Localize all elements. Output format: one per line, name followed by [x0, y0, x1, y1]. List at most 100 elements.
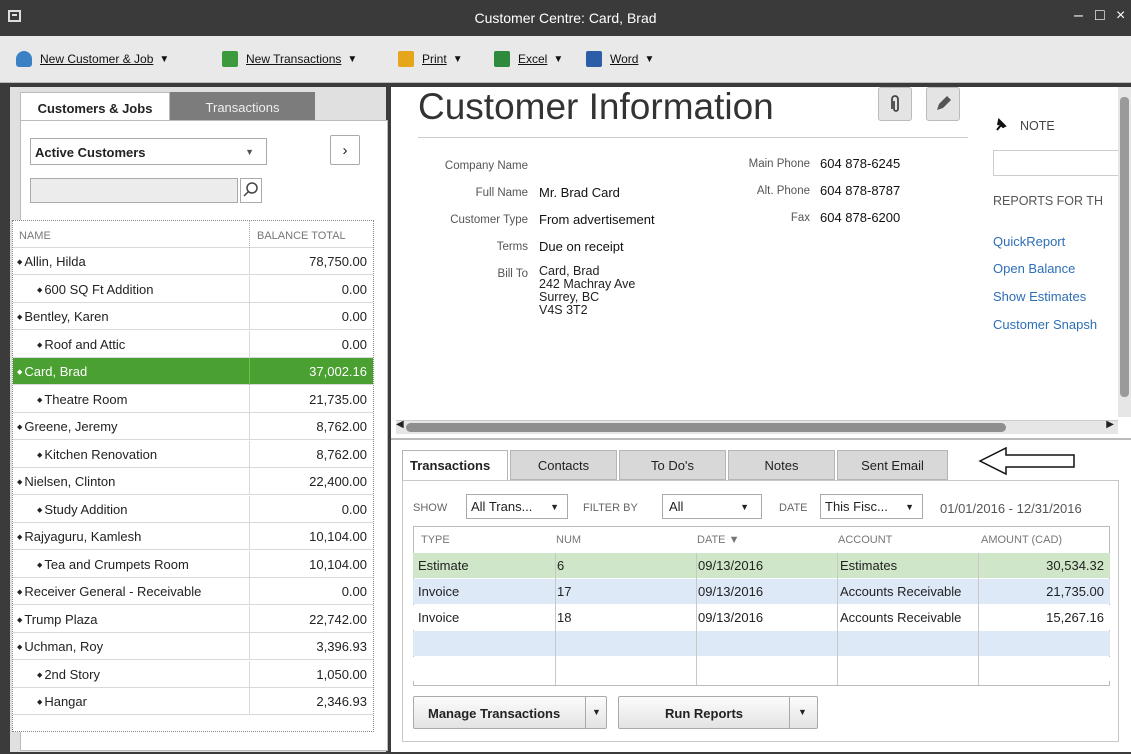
pencil-icon: [937, 96, 951, 110]
row-name: ◆ Study Addition: [37, 502, 127, 517]
scroll-right-icon[interactable]: ▶: [1106, 419, 1114, 430]
job-row[interactable]: ◆ Hangar 2,346.93: [13, 688, 373, 715]
tab-notes[interactable]: Notes: [728, 450, 835, 480]
row-name: ◆ Kitchen Renovation: [37, 447, 157, 462]
fax-label: Fax: [790, 212, 810, 224]
search-button[interactable]: [240, 178, 262, 203]
customer-row[interactable]: ◆ Trump Plaza 22,742.00: [13, 605, 373, 633]
col-amount-header[interactable]: AMOUNT (CAD): [981, 534, 1062, 546]
quickreport-link[interactable]: QuickReport: [993, 234, 1065, 249]
job-row[interactable]: ◆ Kitchen Renovation 8,762.00: [13, 440, 373, 468]
row-balance: 21,735.00: [309, 391, 367, 407]
pane-splitter[interactable]: [391, 438, 1131, 440]
scroll-left-icon[interactable]: ◀: [396, 419, 404, 430]
table-row[interactable]: Estimate 6 09/13/2016 Estimates 30,534.3…: [413, 553, 1110, 578]
customer-row[interactable]: ◆ Receiver General - Receivable 0.00: [13, 578, 373, 605]
search-icon: [243, 182, 258, 197]
col-type-header[interactable]: TYPE: [421, 534, 450, 546]
tab-customers-jobs[interactable]: Customers & Jobs: [20, 92, 170, 120]
chevron-down-icon: ▼: [740, 502, 749, 512]
edit-button[interactable]: [926, 87, 960, 121]
customer-row[interactable]: ◆ Allin, Hilda 78,750.00: [13, 248, 373, 275]
terms-value: Due on receipt: [539, 239, 624, 254]
row-name-text: Rajyaguru, Kamlesh: [24, 529, 142, 544]
run-reports-button[interactable]: Run Reports ▼: [618, 696, 818, 729]
bill-to-address: Card, Brad 242 Machray Ave Surrey, BC V4…: [539, 264, 636, 317]
show-estimates-link[interactable]: Show Estimates: [993, 289, 1086, 304]
customer-row[interactable]: ◆ Card, Brad 37,002.16: [13, 358, 373, 385]
print-button[interactable]: Print ▼: [398, 51, 463, 67]
row-name: ◆ Greene, Jeremy: [17, 419, 118, 434]
main-phone-label: Main Phone: [748, 158, 810, 170]
tab-transactions[interactable]: Transactions: [402, 450, 508, 480]
col-num-header[interactable]: NUM: [556, 534, 581, 546]
minimize-button[interactable]: –: [1074, 7, 1083, 25]
row-name-text: Trump Plaza: [24, 611, 98, 627]
col-date-header[interactable]: DATE ▼: [697, 534, 739, 546]
grid-header: NAME BALANCE TOTAL: [13, 221, 373, 248]
row-name: ◆ Tea and Crumpets Room: [37, 557, 189, 572]
page-title: Customer Information: [418, 86, 774, 127]
new-transactions-button[interactable]: New Transactions ▼: [222, 51, 357, 67]
tab-contacts[interactable]: Contacts: [510, 450, 617, 480]
table-row[interactable]: Invoice 18 09/13/2016 Accounts Receivabl…: [413, 605, 1110, 630]
open-balance-link[interactable]: Open Balance: [993, 261, 1075, 276]
new-customer-icon: [16, 51, 32, 67]
word-button[interactable]: Word ▼: [586, 51, 654, 67]
tab-sent-email[interactable]: Sent Email: [837, 450, 948, 480]
row-balance: 0.00: [341, 584, 367, 599]
row-name-text: Uchman, Roy: [24, 639, 104, 654]
job-row[interactable]: ◆ Tea and Crumpets Room 10,104.00: [13, 550, 373, 578]
paperclip-icon: [891, 95, 899, 112]
close-button[interactable]: ×: [1116, 7, 1125, 25]
date-select[interactable]: This Fisc... ▼: [820, 494, 923, 519]
customer-snapshot-link[interactable]: Customer Snapsh: [993, 317, 1097, 332]
row-name-text: Bentley, Karen: [24, 309, 109, 324]
vertical-scroll-thumb[interactable]: [1120, 97, 1129, 397]
table-row[interactable]: Invoice 17 09/13/2016 Accounts Receivabl…: [413, 579, 1110, 604]
chevron-down-icon[interactable]: ▼: [592, 707, 601, 717]
row-name: ◆ Allin, Hilda: [17, 254, 86, 269]
col-account-header[interactable]: ACCOUNT: [838, 534, 892, 546]
horizontal-scroll-thumb[interactable]: [406, 423, 1006, 432]
job-row[interactable]: ◆ Study Addition 0.00: [13, 495, 373, 523]
manage-transactions-button[interactable]: Manage Transactions ▼: [413, 696, 607, 729]
customer-search-input[interactable]: [30, 178, 238, 203]
customer-row[interactable]: ◆ Nielsen, Clinton 22,400.00: [13, 468, 373, 495]
filter-select[interactable]: All ▼: [662, 494, 762, 519]
show-select[interactable]: All Trans... ▼: [466, 494, 568, 519]
job-row[interactable]: ◆ 600 SQ Ft Addition 0.00: [13, 275, 373, 303]
row-name: ◆ Hangar: [37, 694, 87, 709]
row-balance: 1,050.00: [316, 666, 367, 682]
customer-row[interactable]: ◆ Bentley, Karen 0.00: [13, 303, 373, 330]
job-row[interactable]: ◆ Theatre Room 21,735.00: [13, 385, 373, 413]
excel-icon: [494, 51, 510, 67]
chevron-down-icon: ▼: [550, 502, 559, 512]
date-range: 01/01/2016 - 12/31/2016: [940, 501, 1082, 516]
col-balance-header[interactable]: BALANCE TOTAL: [257, 230, 346, 242]
tab-todos[interactable]: To Do's: [619, 450, 726, 480]
customer-row[interactable]: ◆ Uchman, Roy 3,396.93: [13, 633, 373, 660]
customer-filter-select[interactable]: Active Customers ▼: [30, 138, 267, 165]
customer-row[interactable]: ◆ Greene, Jeremy 8,762.00: [13, 413, 373, 440]
note-field[interactable]: [993, 150, 1120, 176]
excel-button[interactable]: Excel ▼: [494, 51, 563, 67]
attach-button[interactable]: [878, 87, 912, 121]
chevron-down-icon[interactable]: ▼: [798, 707, 807, 717]
row-name: ◆ Bentley, Karen: [17, 309, 109, 324]
job-row[interactable]: ◆ 2nd Story 1,050.00: [13, 660, 373, 688]
expand-panel-button[interactable]: ›: [330, 135, 360, 165]
row-balance: 0.00: [341, 336, 367, 352]
job-row[interactable]: ◆ Roof and Attic 0.00: [13, 330, 373, 358]
new-customer-job-button[interactable]: New Customer & Job ▼: [16, 51, 169, 67]
customer-row[interactable]: ◆ Rajyaguru, Kamlesh 10,104.00: [13, 523, 373, 550]
new-transactions-icon: [222, 51, 238, 67]
tab-transactions-left[interactable]: Transactions: [170, 92, 315, 120]
vertical-scrollbar[interactable]: [1118, 87, 1131, 417]
col-name-header[interactable]: NAME: [19, 230, 51, 242]
maximize-button[interactable]: □: [1095, 7, 1105, 25]
row-name: ◆ Rajyaguru, Kamlesh: [17, 529, 141, 544]
terms-label: Terms: [496, 241, 528, 253]
horizontal-scrollbar[interactable]: ◀ ▶: [396, 419, 1118, 434]
table-row: [413, 631, 1110, 656]
